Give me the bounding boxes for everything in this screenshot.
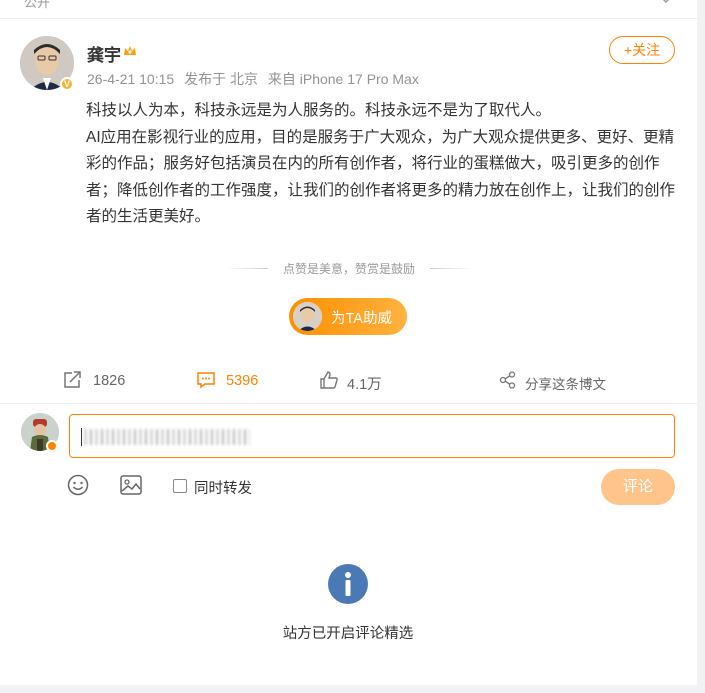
post-paragraph: 科技以人为本，科技永远是为人服务的。科技永远不是为了取代人。 [86, 102, 552, 119]
thumbs-up-icon [320, 371, 338, 389]
emoji-icon[interactable] [67, 474, 89, 496]
divider [430, 268, 472, 269]
submit-comment-button[interactable]: 评论 [601, 469, 675, 505]
post-meta: 26-4-21 10:15 发布于 北京 来自 iPhone 17 Pro Ma… [87, 69, 425, 89]
comment-input-box[interactable] [69, 414, 675, 458]
comment-icon [197, 372, 215, 389]
top-strip: 公开 [0, 0, 697, 19]
author-avatar-mini [293, 302, 322, 331]
reward-tagline: 点赞是美意，赞赏是鼓励 [226, 260, 472, 276]
text-caret [81, 428, 82, 446]
blurred-draft-text [84, 429, 250, 445]
verified-badge-icon: V [60, 77, 74, 91]
divider [226, 268, 268, 269]
crown-icon [124, 46, 136, 55]
image-icon[interactable] [120, 475, 142, 495]
repost-count: 1826 [93, 373, 126, 389]
info-icon [328, 564, 368, 604]
follow-button[interactable]: +关注 [609, 36, 675, 64]
reward-button-label: 为TA助威 [331, 311, 392, 327]
post-body: 科技以人为本，科技永远是为人服务的。科技永远不是为了取代人。 AI应用在影视行业… [86, 98, 678, 231]
share-icon [499, 371, 516, 389]
comment-curation-notice: 站方已开启评论精选 [282, 626, 414, 642]
divider [0, 403, 697, 404]
chevron-down-icon[interactable] [660, 0, 672, 6]
post-timestamp[interactable]: 26-4-21 10:15 [87, 71, 174, 87]
reward-tagline-text: 点赞是美意，赞赏是鼓励 [282, 262, 415, 276]
action-bar: 1826 5396 4.1万 分享这条博文 [0, 367, 697, 395]
repost-icon [64, 371, 81, 388]
comment-count: 5396 [226, 373, 259, 389]
post-location: 发布于 北京 [184, 71, 258, 87]
like-count: 4.1万 [347, 377, 382, 393]
post-card: 公开 V 龚宇 26-4-21 10:15 发布于 北京 来自 iPhone 1… [0, 0, 697, 685]
author-name[interactable]: 龚宇 [87, 41, 121, 66]
also-repost-label[interactable]: 同时转发 [194, 477, 252, 498]
share-label: 分享这条博文 [525, 377, 606, 392]
also-repost-checkbox[interactable] [173, 479, 187, 493]
user-badge-icon [46, 440, 58, 452]
visibility-label: 公开 [24, 0, 51, 10]
post-source: 来自 iPhone 17 Pro Max [267, 71, 419, 87]
post-paragraph: AI应用在影视行业的应用，目的是服务于广大观众，为广大观众提供更多、更好、更精彩… [86, 128, 676, 226]
reward-button[interactable]: 为TA助威 [289, 298, 407, 335]
